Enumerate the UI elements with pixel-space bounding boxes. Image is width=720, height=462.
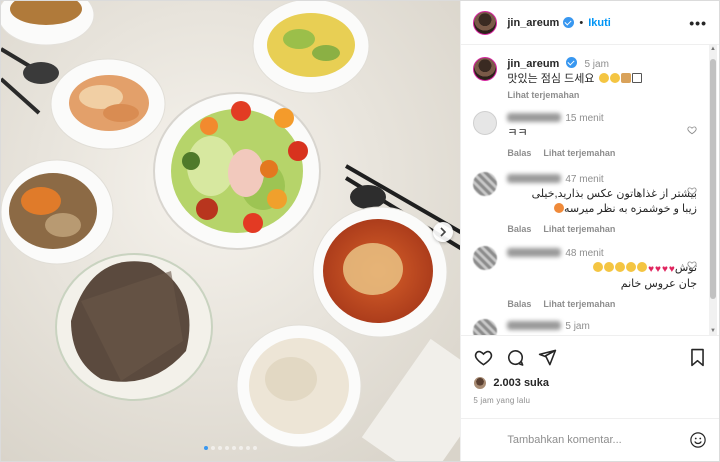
commenter-username-blurred[interactable] — [507, 248, 562, 257]
likes-count[interactable]: 2.003 suka — [493, 377, 549, 389]
emoji-icon — [615, 262, 626, 272]
reply-button[interactable]: Balas — [507, 224, 531, 234]
comment-text-line1: بیشتر از غذاهاتون عکس بذارید,خیلی — [531, 188, 697, 200]
header-separator: • — [579, 16, 584, 29]
liker-avatar[interactable] — [473, 376, 488, 390]
comment-avatar[interactable] — [473, 172, 498, 196]
comment-input[interactable] — [507, 434, 689, 446]
caption: jin_areum 5 jam 맛있는 점심 드세요 Lihat terjema… — [473, 57, 697, 100]
comment-time: 5 jam — [565, 321, 590, 332]
translate-link[interactable]: Lihat terjemahan — [543, 299, 615, 309]
comment-text-line2: زیبا و خوشمزه به نظر میرسه — [563, 203, 697, 215]
comments-list[interactable]: jin_areum 5 jam 맛있는 점심 드세요 Lihat terjema… — [461, 45, 719, 335]
post-photo[interactable] — [1, 1, 462, 461]
scroll-down-arrow-icon[interactable]: ▼ — [709, 327, 717, 335]
next-image-button[interactable] — [433, 222, 453, 242]
post-timestamp[interactable]: 5 jam yang lalu — [473, 396, 707, 405]
heart-emoji-icon: ♥ — [655, 264, 661, 275]
add-comment-bar — [461, 418, 719, 461]
comment-emoji-row: توش♥♥♥♥ — [507, 261, 697, 277]
commenter-username-blurred[interactable] — [507, 321, 562, 330]
follow-button[interactable]: Ikuti — [588, 17, 611, 29]
caption-username[interactable]: jin_areum — [507, 58, 559, 70]
carousel-dot — [239, 446, 244, 450]
emoji-icon — [637, 262, 648, 272]
caption-translate-link[interactable]: Lihat terjemahan — [507, 90, 697, 100]
comments-scrollbar[interactable]: ▲ ▼ — [709, 45, 717, 335]
commenter-username-blurred[interactable] — [507, 174, 562, 183]
comment-item: 15 menit ㅋㅋ Balas Lihat terjemahan — [473, 111, 697, 158]
author-avatar[interactable] — [473, 10, 498, 35]
comment-like-heart-icon[interactable] — [687, 125, 697, 135]
carousel-dot — [253, 446, 258, 450]
comment-like-heart-icon[interactable] — [687, 186, 697, 196]
like-button[interactable] — [473, 347, 493, 367]
verified-icon — [566, 57, 578, 68]
carousel-dot — [211, 446, 216, 450]
comment-item: 47 menit بیشتر از غذاهاتون عکس بذارید,خی… — [473, 172, 697, 234]
comment-text: ㅋㅋ — [507, 127, 528, 139]
scroll-up-arrow-icon[interactable]: ▲ — [709, 45, 717, 53]
post-side-panel: jin_areum • Ikuti ••• jin_areum 5 jam 맛있… — [461, 1, 719, 461]
more-options-button[interactable]: ••• — [689, 15, 707, 31]
carousel-dot — [232, 446, 237, 450]
comment-button[interactable] — [505, 347, 525, 367]
food-photo-illustration — [1, 1, 461, 461]
carousel-dot — [225, 446, 230, 450]
comment-text-line2: جان عروس خانم — [620, 278, 697, 290]
carousel-dot — [204, 446, 209, 450]
comment-avatar[interactable] — [473, 246, 498, 270]
comment-avatar[interactable] — [473, 111, 498, 135]
comment-avatar[interactable] — [473, 319, 498, 335]
comment-icon — [507, 349, 524, 366]
emoji-icon — [604, 262, 615, 272]
translate-link[interactable]: Lihat terjemahan — [543, 148, 615, 158]
share-button[interactable] — [537, 347, 557, 367]
instagram-post-dialog: jin_areum • Ikuti ••• jin_areum 5 jam 맛있… — [0, 0, 720, 462]
caption-avatar[interactable] — [473, 57, 498, 81]
emoji-icon — [553, 203, 564, 213]
likes-row: 2.003 suka — [473, 376, 707, 390]
reply-button[interactable]: Balas — [507, 148, 531, 158]
heart-icon — [474, 350, 493, 366]
action-buttons-row — [473, 344, 707, 370]
heart-emoji-icon: ♥ — [648, 264, 655, 275]
caption-text: 맛있는 점심 드세요 — [507, 73, 595, 85]
emoji-icon — [631, 73, 642, 83]
reply-button[interactable]: Balas — [507, 299, 531, 309]
commenter-username-blurred[interactable] — [507, 113, 562, 122]
translate-link[interactable]: Lihat terjemahan — [543, 224, 615, 234]
verified-icon — [563, 17, 575, 28]
carousel-dots — [1, 446, 460, 450]
comment-time: 15 menit — [565, 113, 604, 124]
heart-emoji-icon: ♥ — [661, 264, 668, 275]
save-button[interactable] — [687, 347, 707, 367]
carousel-dot — [218, 446, 223, 450]
caption-time: 5 jam — [584, 59, 609, 70]
comment-item: 48 menit توش♥♥♥♥ جان عروس خانم Balas Liha… — [473, 246, 697, 309]
comment-text-line2-row: زیبا و خوشمزه به نظر میرسه — [507, 202, 697, 217]
chevron-right-icon — [440, 227, 447, 237]
comment-time: 48 menit — [565, 248, 604, 259]
comment-like-heart-icon[interactable] — [687, 260, 697, 270]
author-username[interactable]: jin_areum — [507, 17, 559, 29]
carousel-dot — [246, 446, 251, 450]
emoji-icon — [620, 73, 631, 83]
scrollbar-thumb[interactable] — [710, 59, 716, 299]
emoji-picker-icon[interactable] — [689, 431, 707, 449]
post-header: jin_areum • Ikuti ••• — [461, 1, 719, 45]
comment-item: 5 jam — [473, 319, 697, 335]
emoji-icon — [626, 262, 637, 272]
comment-time: 47 menit — [565, 174, 604, 185]
emoji-icon — [593, 262, 604, 272]
emoji-icon — [598, 73, 609, 83]
bookmark-icon — [690, 348, 704, 366]
emoji-icon — [609, 73, 620, 83]
share-icon — [538, 349, 557, 365]
